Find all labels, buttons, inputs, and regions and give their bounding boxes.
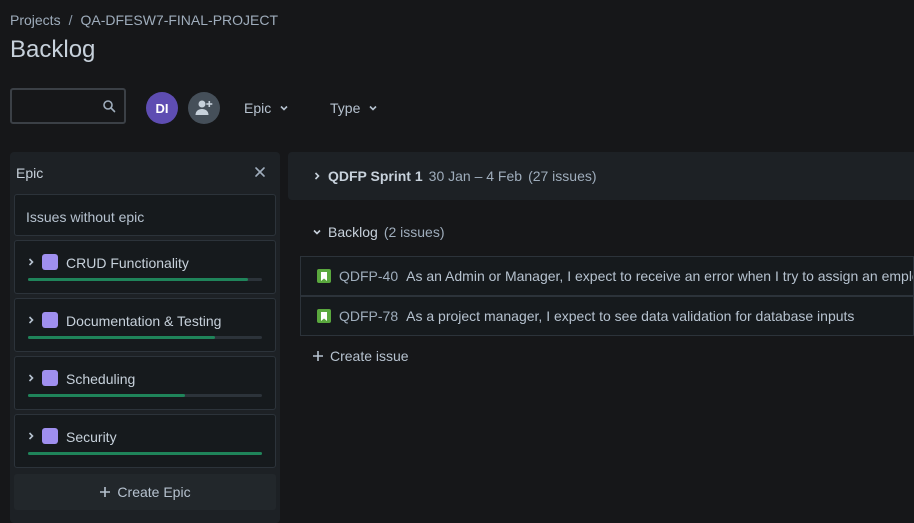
chevron-down-icon (369, 105, 377, 111)
chevron-down-icon (313, 229, 321, 235)
epic-panel-title: Epic (16, 165, 44, 181)
chevron-right-icon[interactable] (26, 373, 36, 383)
chevron-right-icon[interactable] (312, 171, 322, 181)
epic-name: Documentation & Testing (66, 313, 222, 329)
epic-filter-label: Epic (244, 100, 272, 116)
epic-progress-bar (28, 336, 262, 339)
close-icon[interactable] (253, 165, 267, 179)
epic-progress-bar (28, 452, 262, 455)
story-icon (317, 269, 331, 283)
search-input[interactable] (10, 88, 126, 124)
issue-summary: As a project manager, I expect to see da… (406, 308, 855, 324)
chevron-right-icon[interactable] (26, 431, 36, 441)
backlog-issue-count: (2 issues) (383, 224, 445, 240)
epic-progress-bar (28, 394, 262, 397)
breadcrumb-separator: / (68, 12, 73, 28)
sprint-issue-count: (27 issues) (528, 168, 597, 184)
breadcrumb-projects-link[interactable]: Projects (10, 12, 61, 28)
epic-progress-fill (28, 336, 216, 339)
plus-icon (100, 487, 111, 497)
add-person-button[interactable] (188, 92, 220, 124)
epic-progress-fill (28, 278, 248, 281)
epic-color-swatch (42, 370, 58, 386)
epic-filter-button[interactable]: Epic (244, 98, 289, 118)
issue-key[interactable]: QDFP-40 (339, 268, 398, 284)
type-filter-label: Type (330, 100, 361, 116)
sprint-summary: QDFP Sprint 1 30 Jan – 4 Feb (27 issues) (312, 168, 597, 184)
issue-row[interactable]: QDFP-78 As a project manager, I expect t… (300, 296, 914, 336)
epic-color-swatch (42, 312, 58, 328)
page-title: Backlog (10, 36, 96, 63)
breadcrumb: Projects / QA-DFESW7-FINAL-PROJECT (10, 12, 278, 28)
add-person-icon (195, 100, 213, 115)
story-icon (317, 309, 331, 323)
backlog-title: Backlog (328, 224, 378, 240)
create-epic-button[interactable]: Create Epic (14, 474, 276, 510)
sprint-name: QDFP Sprint 1 (328, 168, 423, 184)
breadcrumb-project-link[interactable]: QA-DFESW7-FINAL-PROJECT (80, 12, 278, 28)
issue-row[interactable]: QDFP-40 As an Admin or Manager, I expect… (300, 256, 914, 296)
chevron-right-icon[interactable] (26, 315, 36, 325)
chevron-down-icon (280, 105, 288, 111)
issue-summary: As an Admin or Manager, I expect to rece… (406, 268, 914, 284)
epic-name: Security (66, 429, 117, 445)
create-issue-label: Create issue (330, 348, 409, 364)
avatar[interactable]: DI (146, 92, 178, 124)
create-epic-label: Create Epic (117, 484, 191, 500)
create-issue-button[interactable]: Create issue (312, 348, 409, 364)
epic-progress-fill (28, 394, 185, 397)
epic-name: CRUD Functionality (66, 255, 189, 271)
sprint-dates: 30 Jan – 4 Feb (428, 168, 523, 184)
type-filter-button[interactable]: Type (330, 98, 378, 118)
plus-icon (313, 351, 323, 361)
search-icon (103, 100, 116, 113)
epic-progress-fill (28, 452, 262, 455)
issue-key[interactable]: QDFP-78 (339, 308, 398, 324)
issues-without-epic-label: Issues without epic (26, 209, 145, 225)
epic-name: Scheduling (66, 371, 136, 387)
epic-progress-bar (28, 278, 262, 281)
epic-color-swatch (42, 428, 58, 444)
epic-color-swatch (42, 254, 58, 270)
chevron-right-icon[interactable] (26, 257, 36, 267)
backlog-header[interactable]: Backlog (2 issues) (312, 224, 445, 240)
